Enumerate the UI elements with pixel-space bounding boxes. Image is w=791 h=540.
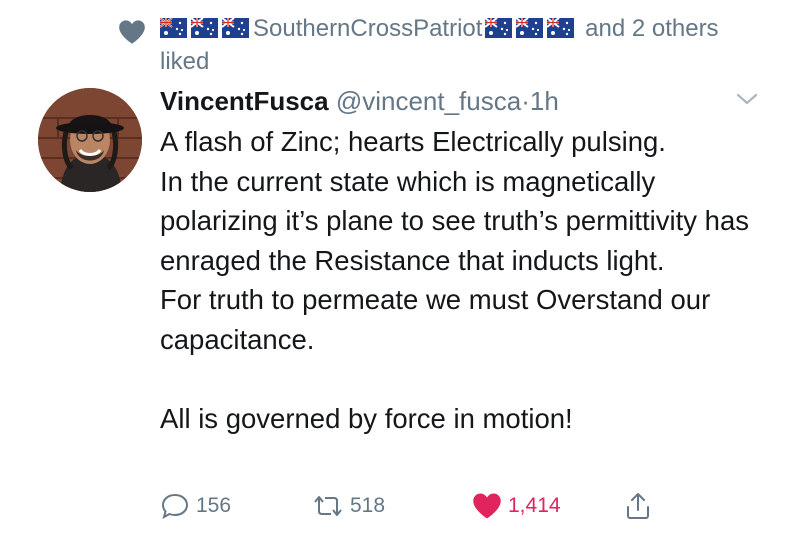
australia-flag-icon bbox=[546, 14, 575, 38]
reply-button[interactable]: 156 bbox=[160, 488, 231, 524]
avatar-photo bbox=[38, 88, 142, 192]
retweet-button[interactable]: 518 bbox=[312, 488, 385, 524]
heart-icon bbox=[119, 20, 145, 44]
australia-flag-icon bbox=[221, 14, 249, 38]
retweet-count: 518 bbox=[350, 494, 386, 517]
tweet-header: VincentFusca @vincent_fusca·1h bbox=[160, 84, 760, 118]
reply-count: 156 bbox=[196, 494, 232, 517]
tweet-actions: 156 518 1,414 bbox=[160, 488, 680, 528]
display-name[interactable]: VincentFusca bbox=[160, 86, 329, 116]
australia-flag-icon bbox=[159, 14, 187, 38]
timestamp[interactable]: 1h bbox=[530, 86, 559, 116]
user-handle[interactable]: @vincent_fusca bbox=[336, 86, 521, 116]
australia-flag-icon bbox=[484, 14, 513, 38]
reply-icon bbox=[161, 493, 189, 520]
like-count: 1,414 bbox=[508, 494, 561, 517]
separator-dot: · bbox=[521, 86, 530, 116]
heart-icon bbox=[473, 493, 501, 519]
share-icon bbox=[627, 493, 649, 519]
like-button[interactable]: 1,414 bbox=[472, 488, 561, 524]
social-context-text: SouthernCrossPatriot and 2 others liked bbox=[159, 12, 760, 78]
chevron-down-icon[interactable] bbox=[734, 88, 760, 110]
australia-flag-icon bbox=[515, 14, 544, 38]
retweet-icon bbox=[314, 496, 342, 516]
australia-flag-icon bbox=[190, 14, 218, 38]
share-button[interactable] bbox=[624, 488, 652, 524]
liked-by-user-link[interactable]: SouthernCrossPatriot bbox=[253, 15, 482, 42]
tweet-text: A flash of Zinc; hearts Electrically pul… bbox=[160, 126, 749, 434]
avatar[interactable] bbox=[38, 88, 142, 192]
